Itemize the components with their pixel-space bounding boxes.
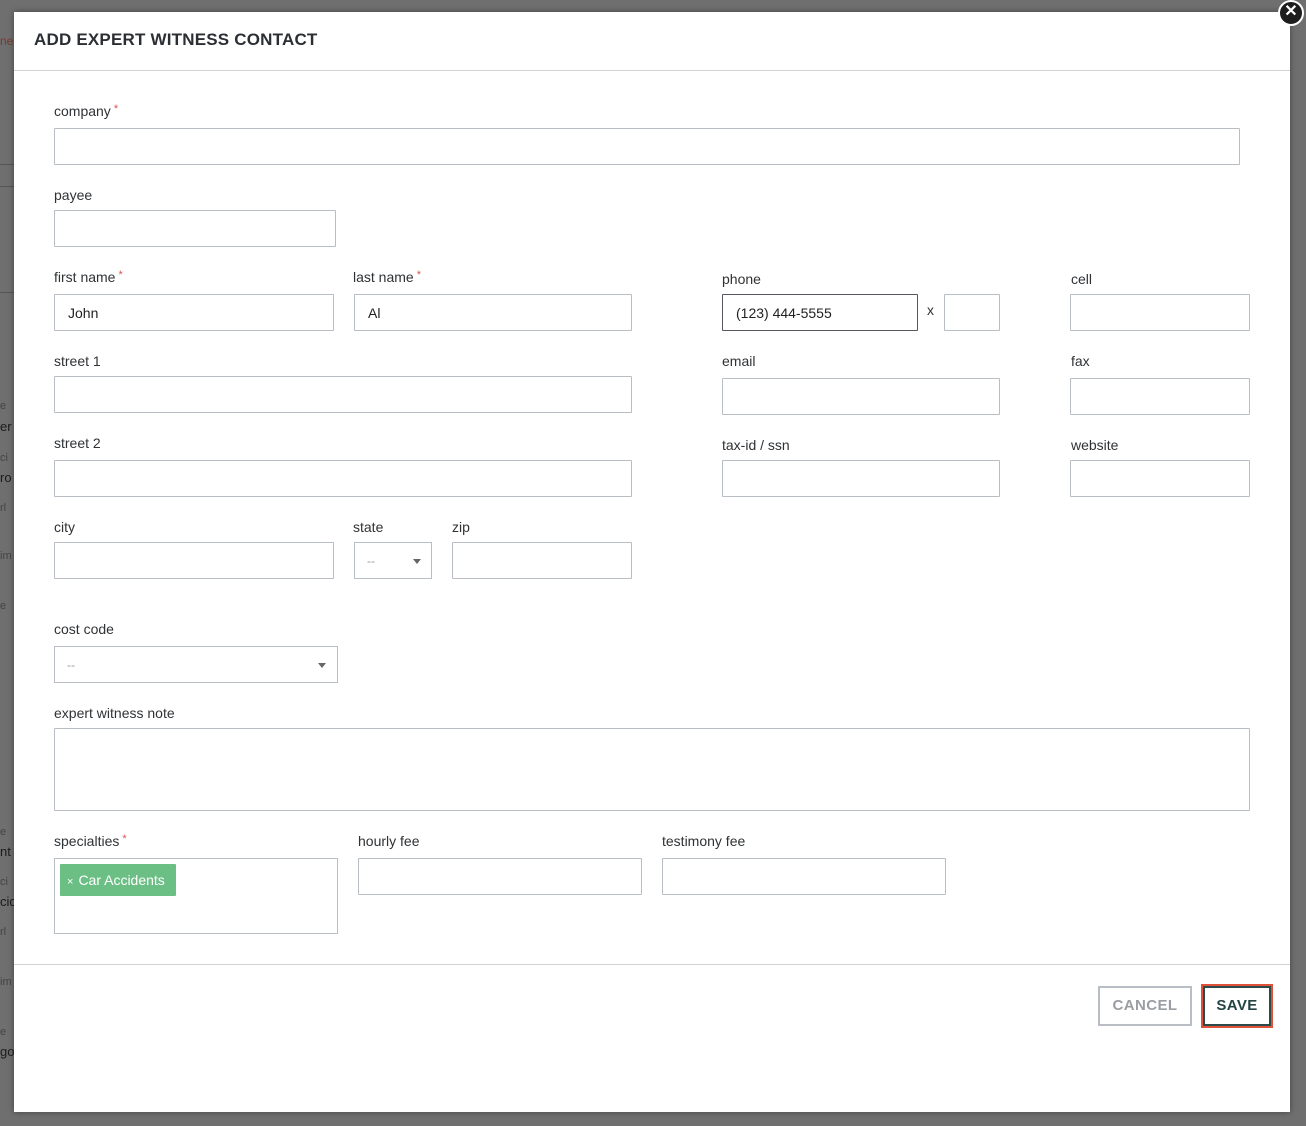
bg-text: ci <box>0 452 8 464</box>
bg-text: rl <box>0 502 7 514</box>
city-label: city <box>54 519 75 535</box>
bg-text: im <box>0 550 12 562</box>
modal-header: ADD EXPERT WITNESS CONTACT <box>14 12 1290 71</box>
phone-input[interactable] <box>722 294 918 331</box>
hourly-fee-input[interactable] <box>358 858 642 895</box>
required-mark: * <box>416 269 421 281</box>
cell-label: cell <box>1071 271 1093 287</box>
payee-label: payee <box>54 187 93 203</box>
company-label: company * <box>54 103 118 119</box>
note-label: expert witness note <box>54 705 175 721</box>
required-mark: * <box>122 833 127 845</box>
tag-remove-icon[interactable]: × <box>67 876 73 888</box>
website-input[interactable] <box>1070 460 1250 497</box>
phone-extension-input[interactable] <box>944 294 1000 331</box>
required-mark: * <box>113 103 119 115</box>
state-label: state <box>353 519 384 535</box>
bg-text: ro <box>0 470 12 485</box>
modal-title: ADD EXPERT WITNESS CONTACT <box>34 30 318 49</box>
fax-label: fax <box>1071 353 1090 369</box>
specialty-tag: × Car Accidents <box>60 864 176 896</box>
save-button[interactable]: SAVE <box>1203 986 1271 1026</box>
specialties-label-text: specialties <box>54 833 120 849</box>
street2-label: street 2 <box>54 435 101 451</box>
tax-id-input[interactable] <box>722 460 1000 497</box>
first-name-label-text: first name <box>54 269 116 285</box>
last-name-input[interactable] <box>354 294 632 331</box>
bg-text: er <box>0 419 12 434</box>
company-label-text: company <box>54 103 111 119</box>
expert-witness-note-textarea[interactable] <box>54 728 1250 811</box>
bg-text: go <box>0 1044 15 1059</box>
company-input[interactable] <box>54 128 1240 165</box>
chevron-down-icon <box>318 663 326 668</box>
chevron-down-icon <box>413 559 421 564</box>
first-name-input[interactable] <box>54 294 334 331</box>
bg-text: ci <box>0 876 8 888</box>
specialties-tag-input[interactable]: × Car Accidents <box>54 858 338 934</box>
first-name-label: first name * <box>54 269 123 285</box>
hourly-fee-label: hourly fee <box>358 833 420 849</box>
specialty-tag-label: Car Accidents <box>78 872 165 888</box>
bg-text: ne <box>0 34 14 48</box>
bg-text: nt <box>0 844 11 859</box>
add-expert-witness-modal: ADD EXPERT WITNESS CONTACT company * paye… <box>14 12 1290 1112</box>
city-input[interactable] <box>54 542 334 579</box>
street1-input[interactable] <box>54 376 632 413</box>
bg-text: e <box>0 600 7 612</box>
zip-input[interactable] <box>452 542 632 579</box>
last-name-label: last name * <box>353 269 421 285</box>
bg-text: e <box>0 400 7 412</box>
specialties-label: specialties * <box>54 833 127 849</box>
payee-input[interactable] <box>54 210 336 247</box>
phone-extension-separator: x <box>927 302 934 318</box>
email-input[interactable] <box>722 378 1000 415</box>
bg-text: im <box>0 976 12 988</box>
cost-code-select[interactable]: -- <box>54 646 338 683</box>
tax-id-label: tax-id / ssn <box>722 437 790 453</box>
required-mark: * <box>118 269 123 281</box>
cell-input[interactable] <box>1070 294 1250 331</box>
fax-input[interactable] <box>1070 378 1250 415</box>
testimony-fee-input[interactable] <box>662 858 946 895</box>
last-name-label-text: last name <box>353 269 414 285</box>
bg-divider <box>0 186 14 187</box>
bg-text: e <box>0 826 7 838</box>
footer-divider <box>14 964 1290 965</box>
cancel-button[interactable]: CANCEL <box>1098 986 1192 1026</box>
website-label: website <box>1071 437 1119 453</box>
street2-input[interactable] <box>54 460 632 497</box>
zip-label: zip <box>452 519 470 535</box>
close-icon[interactable]: ✕ <box>1278 0 1304 26</box>
state-select[interactable]: -- <box>354 542 432 579</box>
street1-label: street 1 <box>54 353 101 369</box>
cost-code-label: cost code <box>54 621 114 637</box>
bg-text: rl <box>0 926 7 938</box>
bg-divider <box>0 292 14 293</box>
email-label: email <box>722 353 756 369</box>
cost-code-selected-value: -- <box>67 658 75 672</box>
state-selected-value: -- <box>367 554 375 568</box>
bg-text: e <box>0 1026 7 1038</box>
bg-divider <box>0 164 14 165</box>
testimony-fee-label: testimony fee <box>662 833 746 849</box>
phone-label: phone <box>722 271 761 287</box>
